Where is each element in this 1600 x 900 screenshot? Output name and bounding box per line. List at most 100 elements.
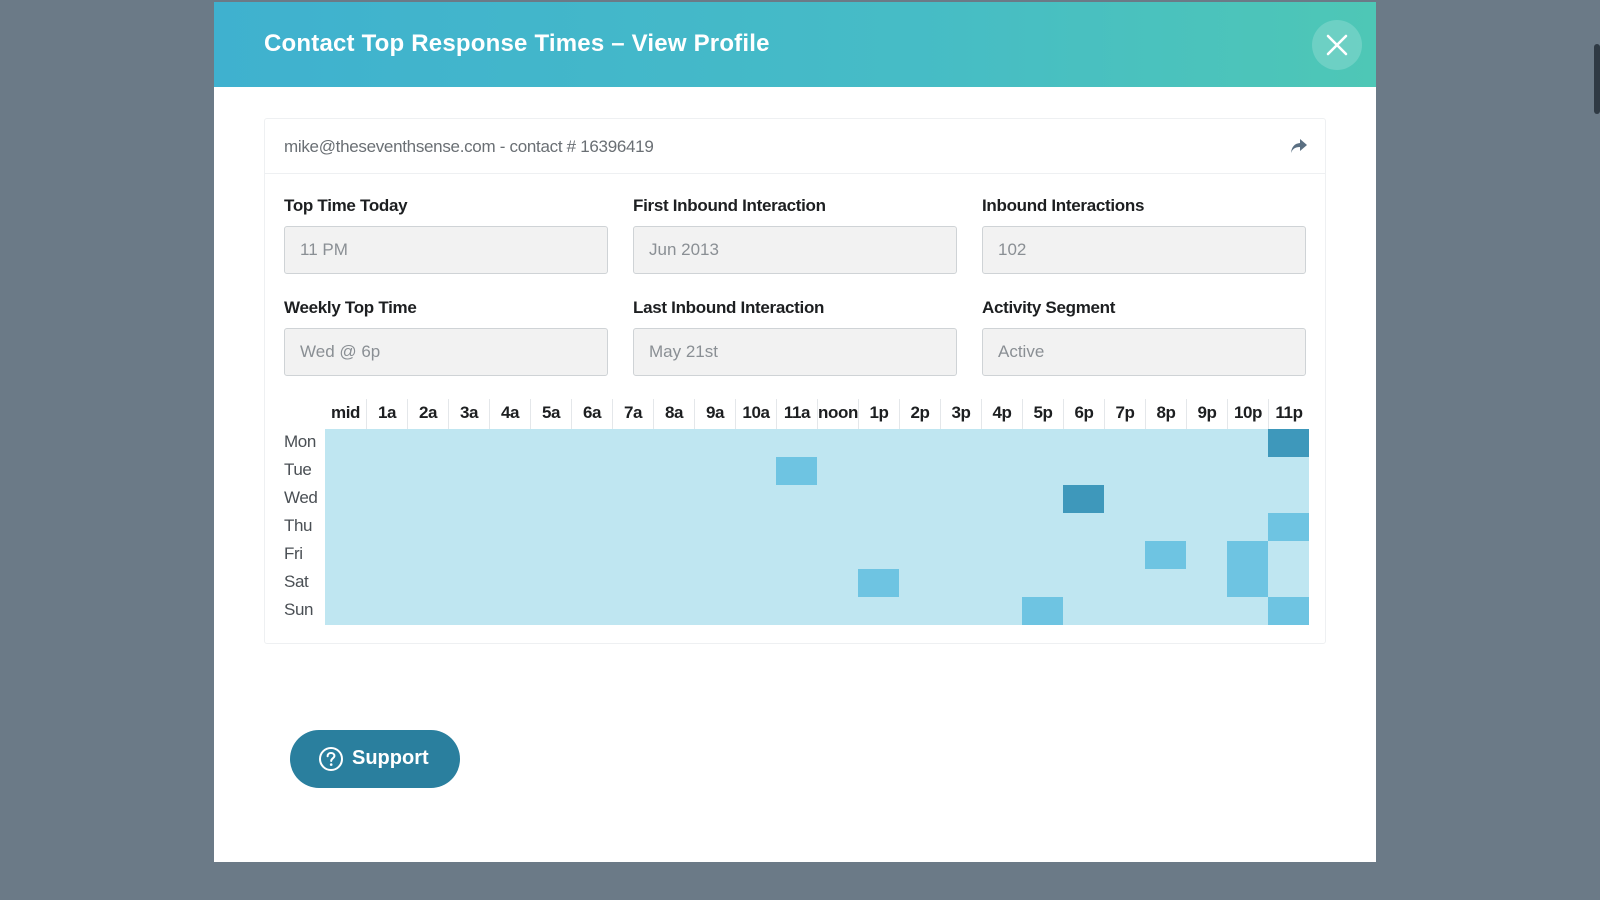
heatmap-cell <box>1227 429 1268 457</box>
heatmap-hour-label: 2a <box>407 399 448 429</box>
heatmap-cell <box>489 457 530 485</box>
close-icon <box>1326 34 1348 56</box>
heatmap-cell <box>1268 569 1309 597</box>
support-button[interactable]: Support <box>290 730 460 788</box>
heatmap-cell <box>571 541 612 569</box>
heatmap-cell <box>530 541 571 569</box>
heatmap-hour-label: 9a <box>694 399 735 429</box>
heatmap-cell <box>1186 485 1227 513</box>
field-label: Weekly Top Time <box>284 298 417 317</box>
heatmap-hour-label: 11p <box>1268 399 1309 429</box>
heatmap-cell <box>1063 597 1104 625</box>
heatmap-cell <box>981 513 1022 541</box>
heatmap-cell <box>1104 541 1145 569</box>
heatmap-cell <box>858 541 899 569</box>
heatmap-cell <box>735 597 776 625</box>
heatmap-cell <box>1063 513 1104 541</box>
heatmap-cell <box>448 457 489 485</box>
heatmap-cell <box>407 485 448 513</box>
heatmap-cell <box>530 597 571 625</box>
heatmap-cell <box>1268 513 1309 541</box>
heatmap-cell <box>653 597 694 625</box>
heatmap-cell <box>448 513 489 541</box>
heatmap-cell <box>858 597 899 625</box>
heatmap-cell <box>858 485 899 513</box>
heatmap-cell <box>448 597 489 625</box>
heatmap-cell <box>817 541 858 569</box>
heatmap-day-label: Thu <box>284 516 313 535</box>
heatmap-cell <box>530 485 571 513</box>
top-time-today-input[interactable] <box>284 226 608 274</box>
heatmap-hour-label: 1a <box>366 399 407 429</box>
heatmap-cell <box>981 597 1022 625</box>
heatmap-cell <box>694 597 735 625</box>
heatmap-cell <box>325 429 366 457</box>
heatmap-cell <box>1186 513 1227 541</box>
heatmap-cell <box>1227 513 1268 541</box>
field-label: Last Inbound Interaction <box>633 298 825 317</box>
heatmap-cell <box>1022 569 1063 597</box>
heatmap-cell <box>858 513 899 541</box>
first-inbound-input[interactable] <box>633 226 957 274</box>
heatmap-cell <box>981 541 1022 569</box>
heatmap-cell <box>694 429 735 457</box>
heatmap-cell <box>776 457 817 485</box>
field-label: Top Time Today <box>284 196 408 215</box>
heatmap-day-label: Sat <box>284 572 309 591</box>
heatmap-hour-label: 10a <box>735 399 776 429</box>
heatmap-cell <box>612 541 653 569</box>
heatmap-hour-label: 11a <box>776 399 817 429</box>
heatmap-cell <box>981 429 1022 457</box>
heatmap-cell <box>325 485 366 513</box>
field-weekly-top-time: Weekly Top Time <box>284 298 608 400</box>
last-inbound-input[interactable] <box>633 328 957 376</box>
heatmap-cell <box>530 513 571 541</box>
heatmap-cell <box>940 485 981 513</box>
field-label: Activity Segment <box>982 298 1116 317</box>
field-last-inbound: Last Inbound Interaction <box>633 298 957 400</box>
heatmap-cell <box>694 541 735 569</box>
heatmap-hour-label: 7a <box>612 399 653 429</box>
heatmap-cell <box>653 429 694 457</box>
heatmap-hour-label: 8p <box>1145 399 1186 429</box>
contact-fields: Top Time Today First Inbound Interaction… <box>284 196 1308 400</box>
heatmap-cell <box>1063 541 1104 569</box>
scrollbar-thumb[interactable] <box>1594 44 1600 114</box>
heatmap-cell <box>817 457 858 485</box>
heatmap-cell <box>1104 569 1145 597</box>
heatmap-hour-label: noon <box>817 399 858 429</box>
heatmap-cell <box>448 569 489 597</box>
heatmap-hour-label: 10p <box>1227 399 1268 429</box>
activity-segment-input[interactable] <box>982 328 1306 376</box>
heatmap-cell <box>407 513 448 541</box>
heatmap-day-label: Sun <box>284 600 314 619</box>
heatmap-cell <box>735 569 776 597</box>
heatmap-cell <box>694 569 735 597</box>
heatmap-hour-label: 5p <box>1022 399 1063 429</box>
support-label: Support <box>352 747 429 769</box>
close-button[interactable] <box>1312 20 1362 70</box>
heatmap-cell <box>1227 457 1268 485</box>
heatmap-hour-label: 7p <box>1104 399 1145 429</box>
heatmap-cell <box>1268 597 1309 625</box>
weekly-top-time-input[interactable] <box>284 328 608 376</box>
heatmap-cell <box>489 429 530 457</box>
heatmap-cell <box>571 513 612 541</box>
heatmap-cell <box>366 597 407 625</box>
heatmap-cell <box>776 429 817 457</box>
heatmap-cell <box>325 569 366 597</box>
heatmap-cell <box>366 429 407 457</box>
heatmap-cell <box>571 485 612 513</box>
share-icon[interactable] <box>1289 136 1309 156</box>
heatmap-cell <box>776 597 817 625</box>
heatmap-hour-label: 5a <box>530 399 571 429</box>
heatmap-cell <box>1063 429 1104 457</box>
heatmap-cell <box>448 485 489 513</box>
heatmap-cell <box>1063 457 1104 485</box>
heatmap-cell <box>694 513 735 541</box>
inbound-interactions-input[interactable] <box>982 226 1306 274</box>
field-inbound-interactions: Inbound Interactions <box>982 196 1306 298</box>
heatmap-cell <box>981 569 1022 597</box>
heatmap-cell <box>1022 513 1063 541</box>
heatmap-cell <box>1063 485 1104 513</box>
